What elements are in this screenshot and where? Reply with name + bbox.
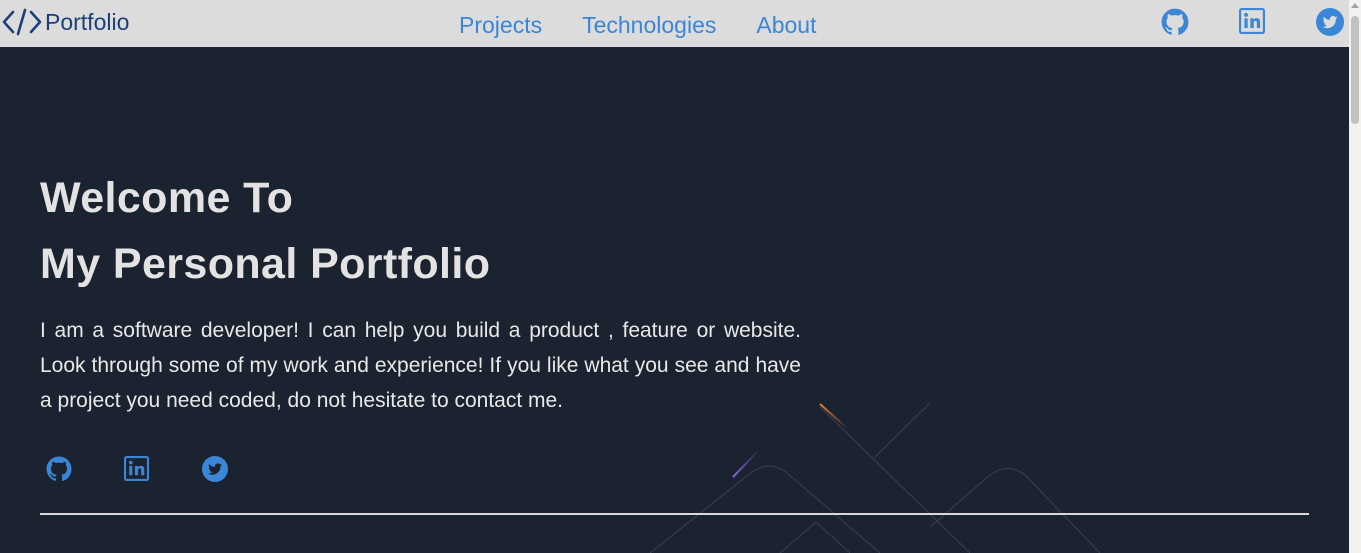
section-divider — [40, 513, 1309, 515]
top-navbar: Portfolio Projects Technologies About — [0, 0, 1349, 47]
twitter-icon[interactable] — [1316, 8, 1344, 36]
logo-link[interactable]: Portfolio — [2, 6, 129, 38]
linkedin-icon[interactable] — [124, 456, 149, 481]
logo-text: Portfolio — [45, 9, 130, 35]
hero-title-line1: Welcome To — [40, 174, 294, 222]
nav-about[interactable]: About — [756, 10, 816, 40]
hero-section: Welcome To My Personal Portfolio I am a … — [0, 47, 1349, 553]
hero-title: Welcome To My Personal Portfolio — [40, 165, 490, 297]
scroll-up-arrow[interactable] — [1351, 3, 1359, 8]
github-icon[interactable] — [46, 456, 72, 482]
hero-title-line2: My Personal Portfolio — [40, 240, 491, 288]
vertical-scrollbar[interactable] — [1349, 0, 1361, 553]
twitter-icon[interactable] — [202, 456, 228, 482]
github-icon[interactable] — [1161, 8, 1189, 36]
hero-intro-text: I am a software developer! I can help yo… — [40, 319, 801, 412]
code-icon — [2, 8, 42, 36]
scrollbar-thumb[interactable] — [1351, 16, 1359, 124]
nav-technologies[interactable]: Technologies — [582, 10, 716, 40]
linkedin-icon[interactable] — [1239, 8, 1265, 34]
main-nav: Projects Technologies About — [459, 10, 856, 40]
nav-projects[interactable]: Projects — [459, 10, 542, 40]
